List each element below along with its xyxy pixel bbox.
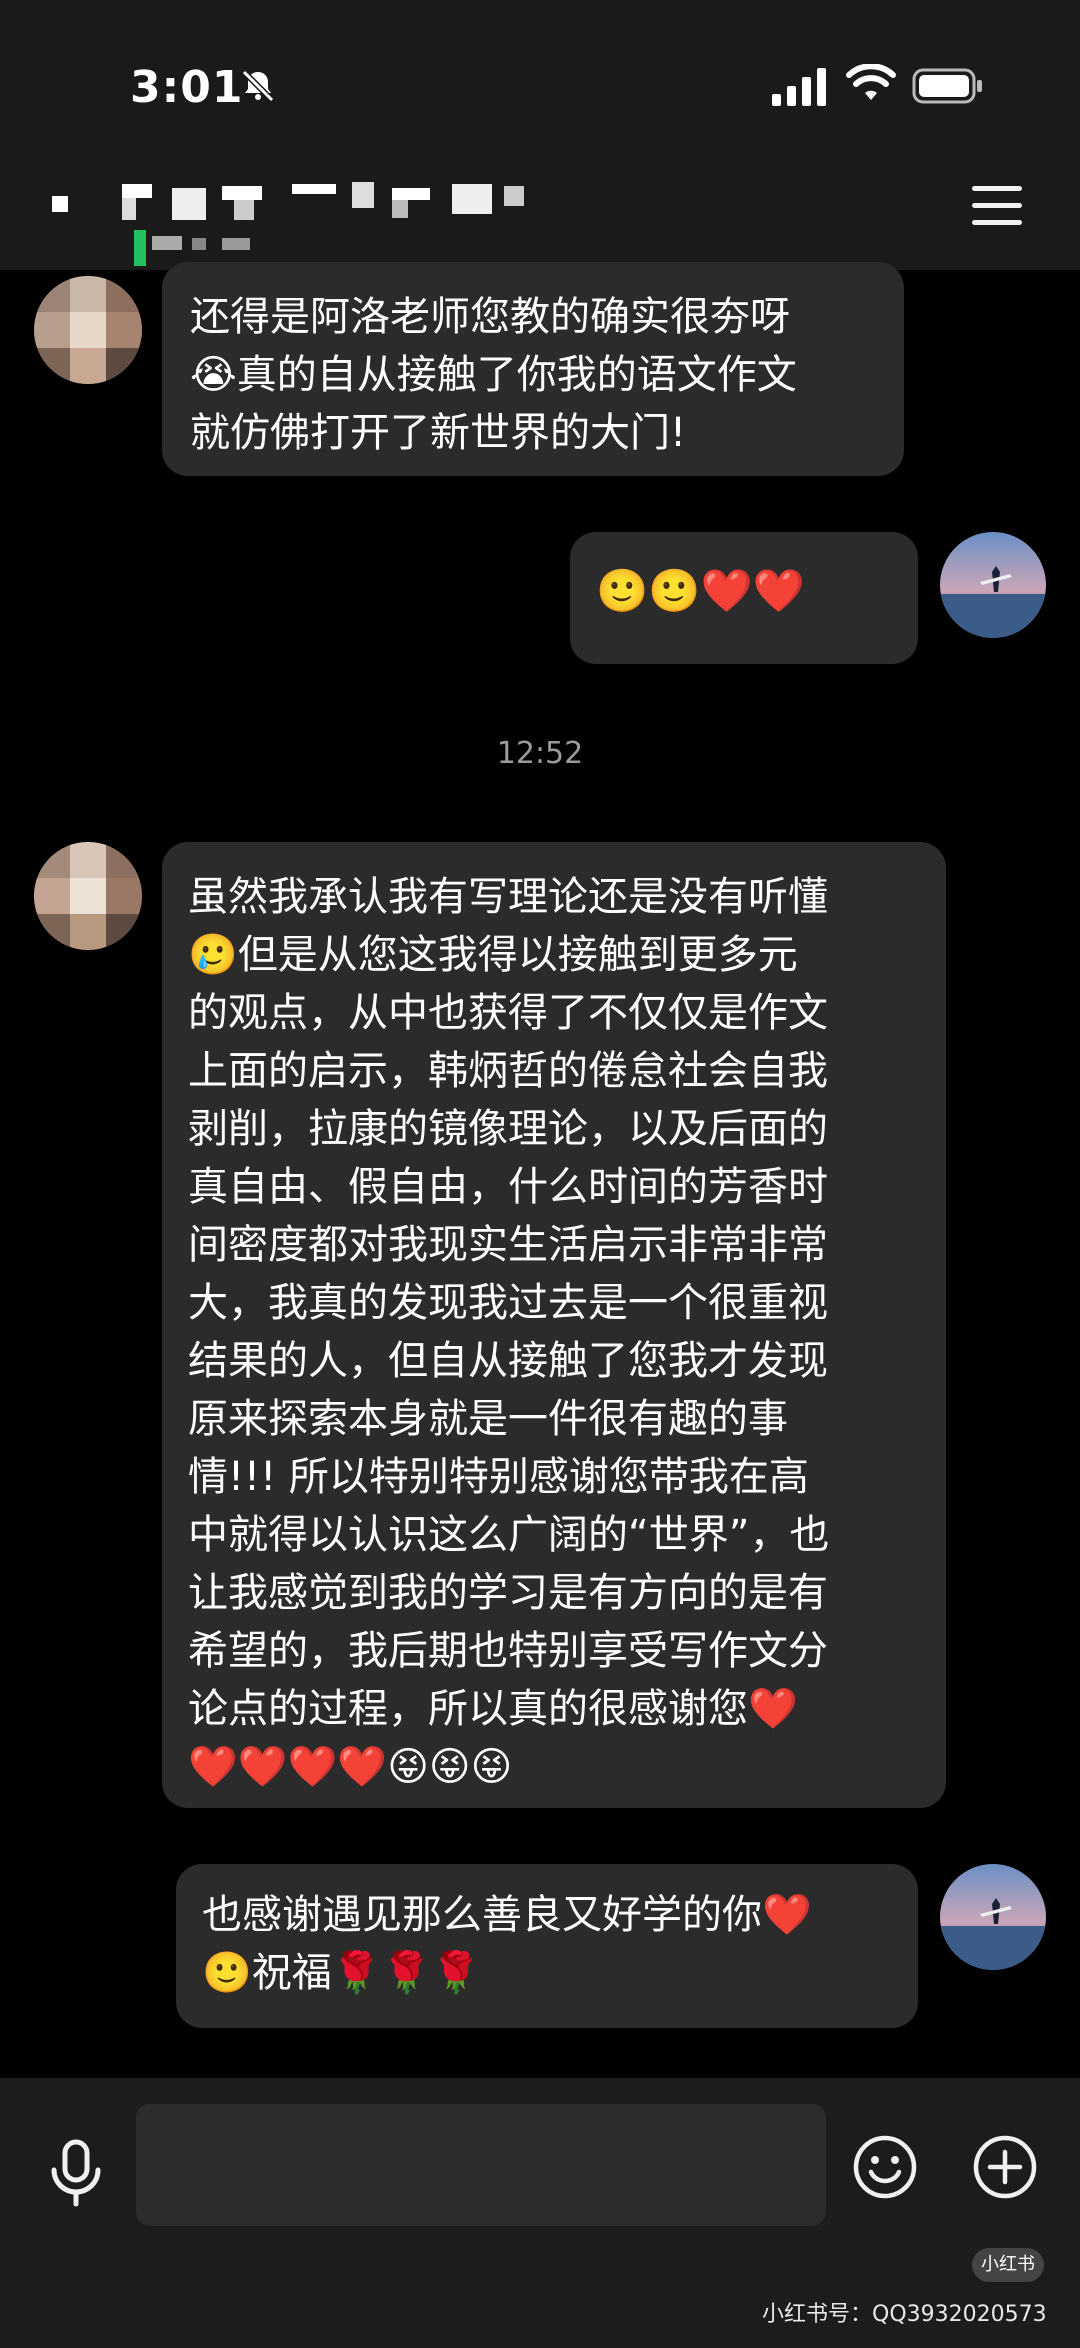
watermark-text: 小红书号：QQ3932020573	[762, 2302, 1047, 2327]
contact-avatar[interactable]	[34, 276, 142, 384]
message-line: 😭真的自从接触了你我的语文作文	[190, 352, 797, 398]
emoji-icon[interactable]	[852, 2134, 918, 2200]
message-line: 🙂🙂❤️❤️	[596, 566, 806, 615]
message-line: 间密度都对我现实生活启示非常非常	[188, 1222, 828, 1268]
plus-icon[interactable]	[972, 2134, 1038, 2200]
message-line: 剥削，拉康的镜像理论，以及后面的	[188, 1106, 828, 1152]
message-line: ❤️❤️❤️❤️😝😝😝	[188, 1744, 513, 1790]
watermark-badge: 小红书	[972, 2248, 1044, 2282]
message-line: 原来探索本身就是一件很有趣的事	[188, 1396, 788, 1442]
message-line: 🥲但是从您这我得以接触到更多元	[188, 932, 798, 978]
chat-title-redacted	[52, 182, 524, 266]
contact-avatar[interactable]	[34, 842, 142, 950]
message-line: 中就得以认识这么广阔的“世界”，也	[188, 1512, 830, 1558]
message-input[interactable]	[136, 2104, 826, 2226]
bell-muted-icon	[241, 69, 275, 103]
user-avatar[interactable]	[940, 1864, 1046, 1970]
message-bubble[interactable]: 也感谢遇见那么善良又好学的你❤️ 🙂祝福🌹🌹🌹	[176, 1864, 918, 2028]
message-line: 结果的人，但自从接触了您我才发现	[188, 1338, 828, 1384]
message-line: 让我感觉到我的学习是有方向的是有	[188, 1570, 828, 1616]
message-line: 情!!! 所以特别特别感谢您带我在高	[188, 1454, 809, 1500]
message-line: 论点的过程，所以真的很感谢您❤️	[188, 1686, 798, 1732]
battery-icon	[912, 68, 982, 104]
status-bar: 3:01	[0, 0, 1080, 180]
status-time: 3:01	[130, 62, 244, 113]
user-avatar[interactable]	[940, 532, 1046, 638]
message-line: 上面的启示，韩炳哲的倦怠社会自我	[188, 1048, 828, 1094]
message-bubble[interactable]: 🙂🙂❤️❤️	[570, 532, 918, 664]
wifi-icon	[846, 64, 896, 100]
message-bubble[interactable]: 还得是阿洛老师您教的确实很夯呀 😭真的自从接触了你我的语文作文 就仿佛打开了新世…	[162, 262, 904, 476]
message-line: 的观点，从中也获得了不仅仅是作文	[188, 990, 828, 1036]
message-line: 也感谢遇见那么善良又好学的你❤️	[202, 1892, 812, 1938]
message-line: 🙂祝福🌹🌹🌹	[202, 1950, 482, 1996]
message-line: 还得是阿洛老师您教的确实很夯呀	[190, 294, 790, 340]
message-line: 就仿佛打开了新世界的大门!	[190, 410, 687, 456]
message-line: 希望的，我后期也特别享受写作文分	[188, 1628, 828, 1674]
menu-button[interactable]	[972, 186, 1022, 226]
microphone-icon[interactable]	[48, 2138, 104, 2208]
message-bubble[interactable]: 虽然我承认我有写理论还是没有听懂 🥲但是从您这我得以接触到更多元 的观点，从中也…	[162, 842, 946, 1808]
message-line: 大，我真的发现我过去是一个很重视	[188, 1280, 828, 1326]
timestamp: 12:52	[496, 736, 584, 771]
message-line: 真自由、假自由，什么时间的芳香时	[188, 1164, 828, 1210]
cellular-signal-icon	[772, 68, 826, 106]
message-line: 虽然我承认我有写理论还是没有听懂	[188, 874, 828, 920]
